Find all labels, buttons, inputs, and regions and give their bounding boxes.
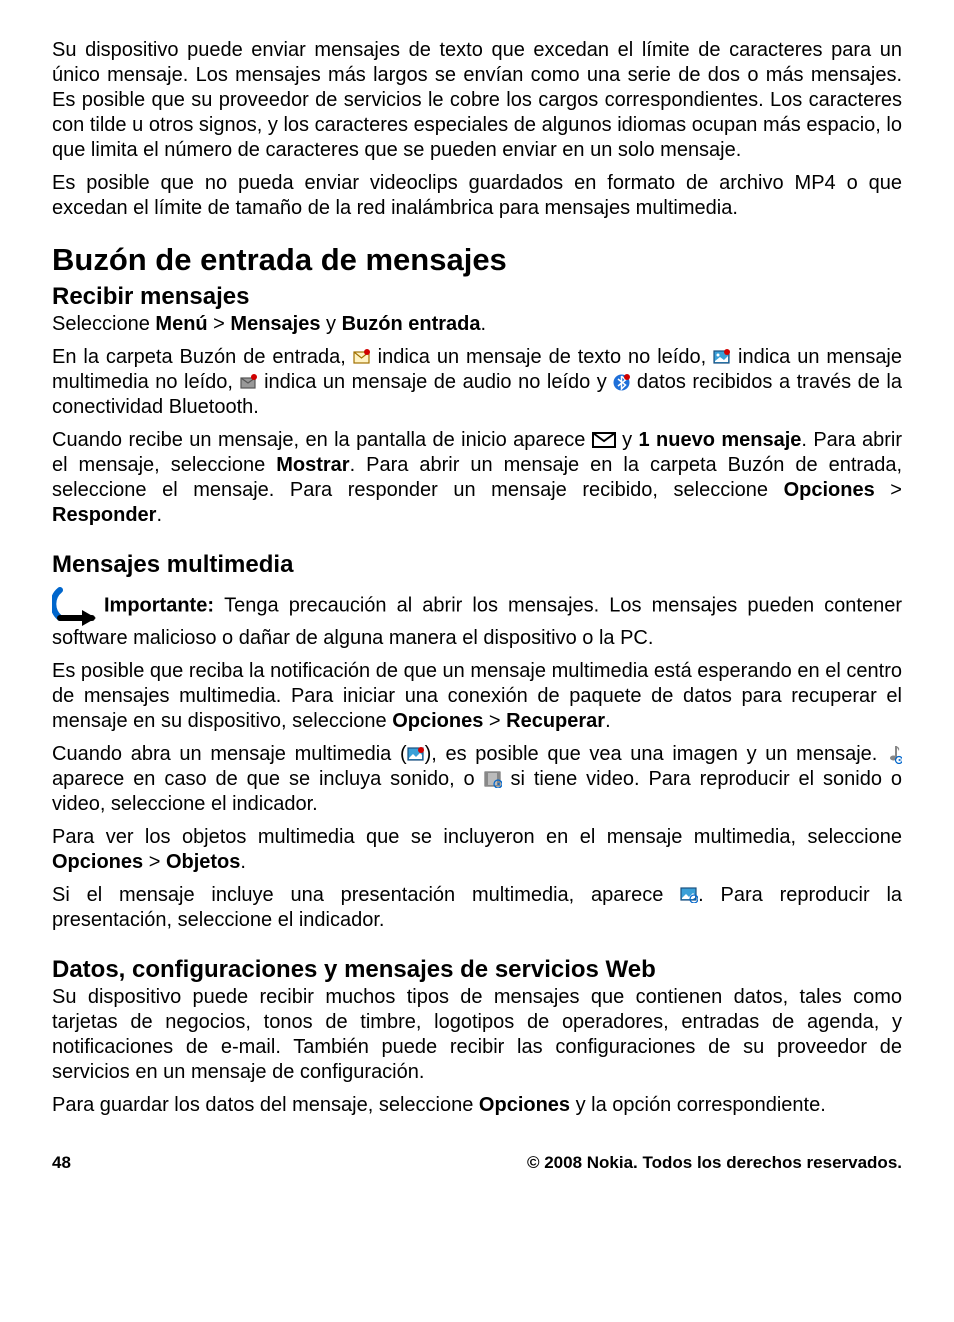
mm-presentation-paragraph: Si el mensaje incluye una presentación m…: [52, 883, 902, 933]
text: Si el mensaje incluye una presentación m…: [52, 884, 680, 906]
presentation-icon: [680, 887, 698, 903]
heading-multimedia: Mensajes multimedia: [52, 550, 902, 580]
intro-paragraph-2: Es posible que no pueda enviar videoclip…: [52, 171, 902, 221]
data-paragraph-2: Para guardar los datos del mensaje, sele…: [52, 1093, 902, 1118]
mm-retrieve-paragraph: Es posible que reciba la notificación de…: [52, 659, 902, 734]
menu-bold: Menú: [155, 313, 207, 335]
objetos-bold: Objetos: [166, 851, 240, 873]
text: En la carpeta Buzón de entrada,: [52, 346, 353, 368]
unread-audio-icon: [240, 373, 258, 391]
envelope-icon: [592, 432, 616, 448]
page-footer: 48 © 2008 Nokia. Todos los derechos rese…: [52, 1152, 902, 1173]
text: >: [875, 479, 902, 501]
text: Para guardar los datos del mensaje, sele…: [52, 1094, 479, 1116]
opciones-bold: Opciones: [52, 851, 143, 873]
unread-mms-icon: [713, 349, 731, 365]
importante-label: Importante:: [104, 594, 224, 616]
opciones-bold: Opciones: [784, 479, 875, 501]
heading-data: Datos, configuraciones y mensajes de ser…: [52, 955, 902, 985]
mm-open-paragraph: Cuando abra un mensaje multimedia ( ), es…: [52, 742, 902, 817]
text: .: [240, 851, 246, 873]
receive-message-paragraph: Cuando recibe un mensaje, en la pantalla…: [52, 428, 902, 528]
text: .: [605, 710, 611, 732]
video-clip-icon: [484, 771, 502, 788]
sound-note-icon: [886, 744, 902, 764]
text: Seleccione: [52, 313, 155, 335]
text: y: [616, 429, 639, 451]
bluetooth-icon: [613, 374, 630, 391]
text: Cuando recibe un mensaje, en la pantalla…: [52, 429, 592, 451]
important-paragraph: Importante: Tenga precaución al abrir lo…: [52, 586, 902, 651]
data-paragraph-1: Su dispositivo puede recibir muchos tipo…: [52, 985, 902, 1085]
copyright: © 2008 Nokia. Todos los derechos reserva…: [527, 1152, 902, 1173]
important-arrow-icon: [52, 586, 100, 626]
unread-text-icon: [353, 349, 371, 365]
mensajes-bold: Mensajes: [230, 313, 320, 335]
text: y: [320, 313, 341, 335]
text: ), es posible que vea una imagen y un me…: [425, 743, 886, 765]
text: indica un mensaje de audio no leído y: [258, 371, 614, 393]
one-new-message: 1 nuevo mensaje: [639, 429, 802, 451]
responder-bold: Responder: [52, 504, 156, 526]
inbox-icons-paragraph: En la carpeta Buzón de entrada, indica u…: [52, 345, 902, 420]
mms-opened-icon: [407, 747, 425, 762]
text: .: [481, 313, 487, 335]
text: .: [156, 504, 162, 526]
text: indica un mensaje de texto no leído,: [371, 346, 713, 368]
text: aparece en caso de que se incluya sonido…: [52, 768, 484, 790]
opciones-bold: Opciones: [479, 1094, 570, 1116]
recuperar-bold: Recuperar: [506, 710, 605, 732]
heading-inbox: Buzón de entrada de mensajes: [52, 241, 902, 280]
text: >: [208, 313, 231, 335]
text: >: [483, 710, 506, 732]
page-number: 48: [52, 1152, 71, 1173]
mm-objects-paragraph: Para ver los objetos multimedia que se i…: [52, 825, 902, 875]
text: y la opción correspondiente.: [570, 1094, 826, 1116]
opciones-bold: Opciones: [392, 710, 483, 732]
heading-receive: Recibir mensajes: [52, 282, 902, 312]
text: Cuando abra un mensaje multimedia (: [52, 743, 407, 765]
buzon-bold: Buzón entrada: [342, 313, 481, 335]
text: >: [143, 851, 166, 873]
mostrar-bold: Mostrar: [276, 454, 349, 476]
text: Para ver los objetos multimedia que se i…: [52, 826, 902, 848]
intro-paragraph-1: Su dispositivo puede enviar mensajes de …: [52, 38, 902, 163]
select-path: Seleccione Menú > Mensajes y Buzón entra…: [52, 312, 902, 337]
